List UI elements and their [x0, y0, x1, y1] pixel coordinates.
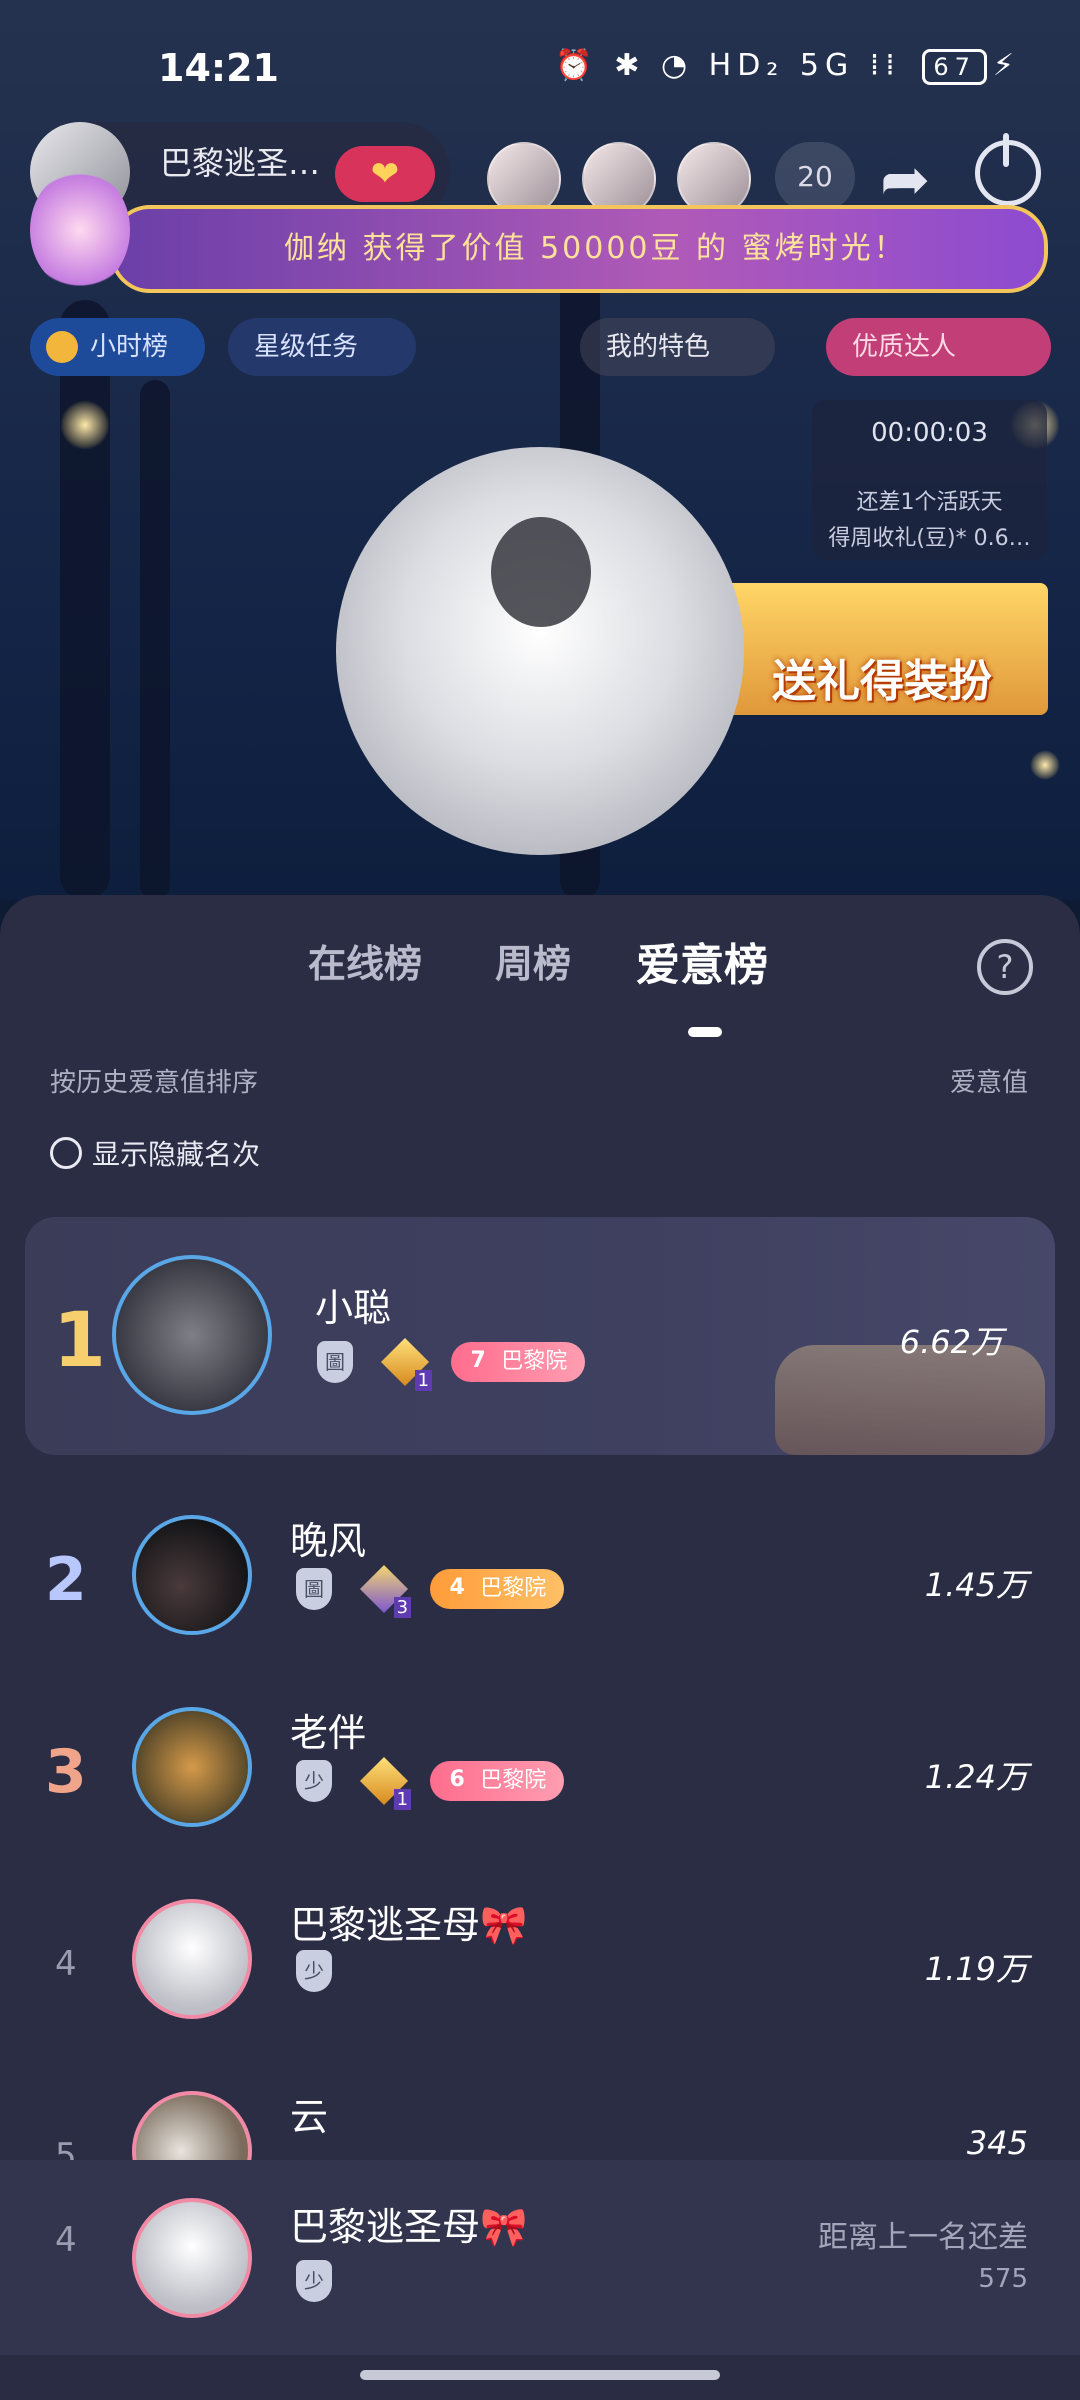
ranking-row[interactable]: 4 巴黎逃圣母🎀 少 1.19万 [0, 1884, 1080, 2064]
rank-number: 4 [55, 1944, 77, 1984]
toggle-label: 显示隐藏名次 [92, 1138, 261, 1171]
fan-level: 7 [470, 1348, 486, 1373]
tree-silhouette [140, 380, 170, 900]
tab-weekly[interactable]: 周榜 [495, 933, 571, 988]
rank-number: 1 [53, 1295, 106, 1384]
love-value: 6.62万 [899, 1323, 1003, 1361]
quality-expert-button[interactable]: 优质达人 [826, 318, 1051, 376]
rank-number: 2 [45, 1545, 87, 1615]
shield-badge-icon: 少 [296, 2260, 332, 2302]
system-icons: ⏰ ✱ ◔ HD₂ 5G ⁞⁞ [555, 48, 901, 83]
shield-badge-icon: 圖 [296, 1568, 332, 1610]
fan-club-badge: 7 巴黎院 [451, 1342, 586, 1382]
tab-love[interactable]: 爱意榜 [636, 929, 768, 993]
value-column-header: 爱意值 [949, 1068, 1028, 1098]
ranking-tabs: 在线榜 周榜 爱意榜 [0, 933, 1080, 993]
gift-announcement-banner: 伽纳 获得了价值 50000豆 的 蜜烤时光！ [110, 205, 1048, 293]
ranking-row[interactable]: 2 晚风 圖 3 4 巴黎院 1.45万 [0, 1500, 1080, 1680]
shield-badge-icon: 少 [296, 1950, 332, 1992]
gem-level: 1 [393, 1789, 412, 1810]
avatar[interactable] [132, 1707, 252, 1827]
show-hidden-rank-toggle[interactable]: 显示隐藏名次 [50, 1133, 260, 1173]
user-name: 老伴 [290, 1711, 367, 1755]
sort-label: 按历史爱意值排序 [50, 1068, 259, 1098]
gem-badge-icon: 1 [382, 1339, 433, 1391]
my-rank-bar[interactable]: 4 巴黎逃圣母🎀 少 距离上一名还差 575 [0, 2160, 1080, 2356]
fan-club-badge: 6 巴黎院 [430, 1761, 565, 1801]
avatar[interactable] [132, 1515, 252, 1635]
badge-row: 圖 1 7 巴黎院 [317, 1339, 586, 1391]
tab-indicator [688, 1027, 722, 1037]
status-icons: ⏰ ✱ ◔ HD₂ 5G ⁞⁞ 67 ⚡ [555, 48, 1020, 85]
clock: 14:21 [158, 46, 279, 90]
activity-timer: 00:00:03 [871, 418, 988, 448]
help-icon[interactable]: ? [977, 939, 1033, 995]
gem-level: 1 [414, 1370, 433, 1391]
avatar[interactable] [132, 1899, 252, 2019]
badge-row: 少 [296, 2260, 356, 2308]
gem-badge-icon: 1 [361, 1758, 412, 1810]
live-room-background: 14:21 ⏰ ✱ ◔ HD₂ 5G ⁞⁞ 67 ⚡ 巴黎逃圣… ❤ 20 ➦ 伽… [0, 0, 1080, 900]
user-name: 云 [290, 2095, 329, 2139]
host-name: 巴黎逃圣… [160, 144, 321, 182]
love-value: 1.19万 [924, 1950, 1028, 1988]
tab-online[interactable]: 在线榜 [308, 933, 422, 988]
gap-hint: 距离上一名还差 [818, 2220, 1028, 2255]
ranking-row[interactable]: 1 小聪 圖 1 7 巴黎院 6.62万 [25, 1217, 1055, 1455]
activity-line-1: 还差1个活跃天 [856, 490, 1003, 515]
badge-row: 圖 3 4 巴黎院 [296, 1566, 565, 1618]
star-task-button[interactable]: 星级任务 [228, 318, 416, 376]
status-bar: 14:21 ⏰ ✱ ◔ HD₂ 5G ⁞⁞ 67 ⚡ [0, 0, 1080, 135]
gem-badge-icon: 3 [361, 1566, 412, 1618]
ranking-row[interactable]: 3 老伴 少 1 6 巴黎院 1.24万 [0, 1692, 1080, 1872]
radio-icon[interactable] [50, 1137, 82, 1169]
follow-heart-button[interactable]: ❤ [335, 146, 435, 202]
rank-number: 3 [45, 1737, 87, 1807]
gap-value: 575 [978, 2264, 1028, 2294]
avatar[interactable] [132, 2091, 252, 2160]
shield-badge-icon: 少 [296, 1760, 332, 1802]
badge-row: 少 [296, 1950, 356, 1998]
rank-number: 5 [55, 2136, 77, 2160]
activity-timer-card[interactable]: 00:00:03 还差1个活跃天 得周收礼(豆)* 0.6… [812, 400, 1047, 560]
my-feature-button[interactable]: 我的特色 [580, 318, 775, 376]
fan-level: 6 [449, 1767, 465, 1792]
ranking-row[interactable]: 5 云 345 [0, 2076, 1080, 2160]
star-glow [1030, 750, 1060, 780]
gem-level: 3 [393, 1597, 412, 1618]
battery-icon: 67 [922, 49, 987, 85]
fan-club-name: 巴黎院 [501, 1349, 568, 1374]
fan-club-badge: 4 巴黎院 [430, 1569, 565, 1609]
tree-silhouette [60, 300, 110, 900]
viewer-count[interactable]: 20 [775, 142, 855, 212]
love-value: 1.24万 [924, 1758, 1028, 1796]
user-name: 晚风 [290, 1519, 367, 1563]
hour-rank-button[interactable]: 小时榜 [30, 318, 205, 376]
love-value: 1.45万 [924, 1566, 1028, 1604]
fairy-mascot-icon [30, 170, 130, 290]
shield-badge-icon: 圖 [317, 1341, 353, 1383]
fan-level: 4 [449, 1575, 465, 1600]
star-glow [60, 400, 110, 450]
gift-promo-banner[interactable]: 送礼得装扮 [716, 583, 1048, 715]
user-name: 小聪 [315, 1286, 392, 1330]
home-indicator[interactable] [360, 2370, 720, 2380]
avatar[interactable] [112, 1255, 272, 1415]
rank-number: 4 [55, 2220, 77, 2260]
gift-promo-text: 送礼得装扮 [772, 656, 992, 707]
charging-icon: ⚡ [992, 48, 1020, 83]
user-name: 巴黎逃圣母🎀 [290, 2205, 528, 2249]
fan-club-name: 巴黎院 [480, 1576, 547, 1601]
badge-row: 少 1 6 巴黎院 [296, 1758, 565, 1810]
host-photo [336, 447, 744, 855]
user-name: 巴黎逃圣母🎀 [290, 1903, 528, 1947]
avatar[interactable] [132, 2198, 252, 2318]
fan-club-name: 巴黎院 [480, 1768, 547, 1793]
activity-line-2: 得周收礼(豆)* 0.6… [828, 526, 1031, 551]
love-value: 345 [966, 2124, 1028, 2160]
power-icon[interactable] [975, 133, 1041, 206]
